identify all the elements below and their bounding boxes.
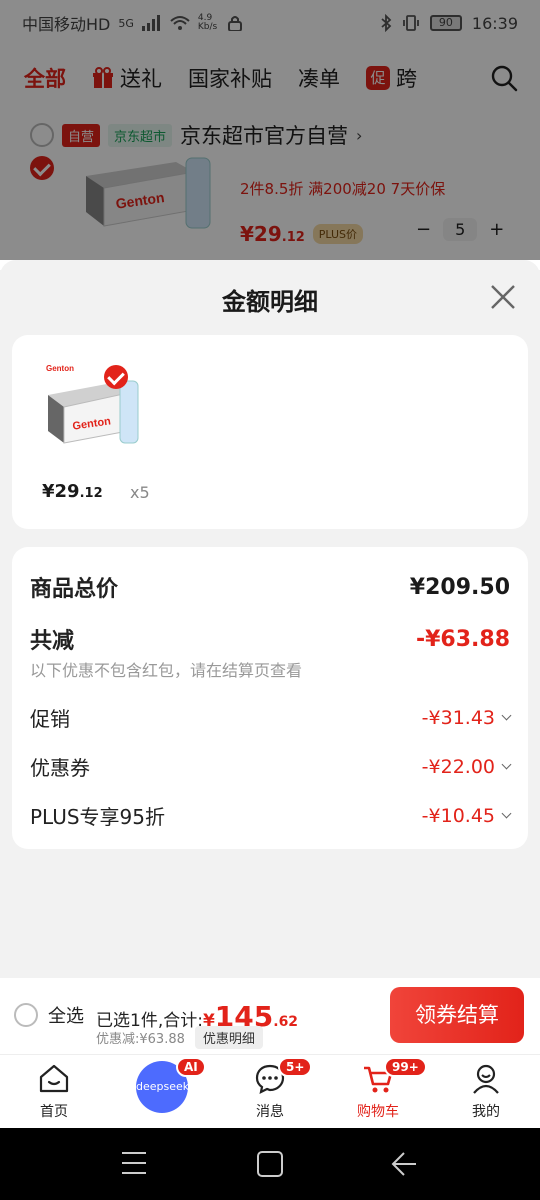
cart-badge: 99+: [384, 1057, 427, 1077]
checkout-button[interactable]: 领券结算: [390, 987, 524, 1043]
promotion-value: -¥31.43: [421, 706, 495, 729]
nav-messages-label: 消息: [256, 1104, 284, 1120]
product-thumbnail[interactable]: Genton Genton: [42, 361, 152, 453]
checkout-bar: 全选 已选1件,合计: ¥145.62 优惠减:¥63.88 优惠明细 领券结算: [0, 978, 540, 1054]
home-button-icon[interactable]: [256, 1150, 284, 1178]
profile-icon: [473, 1064, 499, 1094]
plus-discount-value: -¥10.45: [421, 804, 495, 827]
discount-text: 优惠减:¥63.88: [96, 1032, 185, 1047]
nav-home[interactable]: 首页: [0, 1055, 108, 1129]
nav-profile[interactable]: 我的: [432, 1055, 540, 1129]
chevron-down-icon: [501, 808, 512, 818]
total-price-value: ¥209.50: [409, 574, 510, 600]
close-icon[interactable]: [488, 282, 518, 312]
nav-home-label: 首页: [40, 1104, 68, 1120]
chevron-down-icon: [501, 710, 512, 720]
thumb-price-int: 29: [54, 481, 80, 502]
thumbnail-check-icon: [104, 365, 128, 389]
coupon-row[interactable]: 优惠券 -¥22.00: [30, 752, 512, 781]
total-price-label: 商品总价: [30, 577, 119, 602]
system-navigation-bar: [0, 1128, 540, 1200]
thumbnail-price: ¥29.12: [42, 481, 103, 502]
svg-text:Genton: Genton: [46, 364, 74, 373]
promotion-label: 促销: [30, 707, 70, 731]
nav-deepseek[interactable]: deepseek AI: [108, 1055, 216, 1129]
coupon-value: -¥22.00: [421, 755, 495, 778]
thumb-price-dec: .12: [79, 486, 103, 501]
discount-detail-button[interactable]: 优惠明细: [194, 1026, 263, 1049]
plus-discount-label: PLUS专享95折: [30, 805, 165, 829]
message-badge: 5+: [278, 1057, 313, 1077]
discount-note: 以下优惠不包含红包，请在结算页查看: [30, 661, 303, 680]
discount-summary: 优惠减:¥63.88 优惠明细: [96, 1026, 263, 1049]
plus-discount-row[interactable]: PLUS专享95折 -¥10.45: [30, 801, 512, 830]
menu-icon[interactable]: [120, 1150, 148, 1176]
total-reduce-row: 共减 -¥63.88: [30, 623, 510, 655]
promotion-row[interactable]: 促销 -¥31.43: [30, 703, 512, 732]
total-reduce-value: -¥63.88: [415, 626, 510, 652]
total-price-row: 商品总价 ¥209.50: [30, 571, 510, 603]
thumbnail-quantity: x5: [130, 483, 150, 502]
chevron-down-icon: [501, 759, 512, 769]
dim-overlay[interactable]: [0, 0, 540, 260]
sheet-title: 金额明细: [222, 288, 318, 316]
total-dec: .62: [273, 1014, 299, 1030]
nav-profile-label: 我的: [472, 1104, 500, 1120]
home-icon: [39, 1064, 69, 1093]
selected-items-card: Genton Genton ¥29.12 x5: [12, 335, 528, 529]
select-all-checkbox[interactable]: [14, 1003, 38, 1027]
select-all-label[interactable]: 全选: [48, 1002, 84, 1028]
amount-detail-sheet: 金额明细 Genton Genton ¥29.12 x5 商品总价 ¥209.5…: [0, 260, 540, 978]
ai-badge: AI: [176, 1057, 206, 1077]
back-icon[interactable]: [390, 1150, 418, 1178]
coupon-label: 优惠券: [30, 756, 90, 780]
total-reduce-label: 共减: [30, 629, 75, 654]
bottom-nav: 首页 deepseek AI 5+ 消息 99+ 购物车 我的: [0, 1054, 540, 1128]
thumb-price-symbol: ¥: [42, 481, 55, 502]
nav-cart-label: 购物车: [357, 1104, 399, 1120]
price-summary-card: 商品总价 ¥209.50 共减 -¥63.88 以下优惠不包含红包，请在结算页查…: [12, 547, 528, 849]
nav-messages[interactable]: 5+ 消息: [216, 1055, 324, 1129]
nav-cart[interactable]: 99+ 购物车: [324, 1055, 432, 1129]
